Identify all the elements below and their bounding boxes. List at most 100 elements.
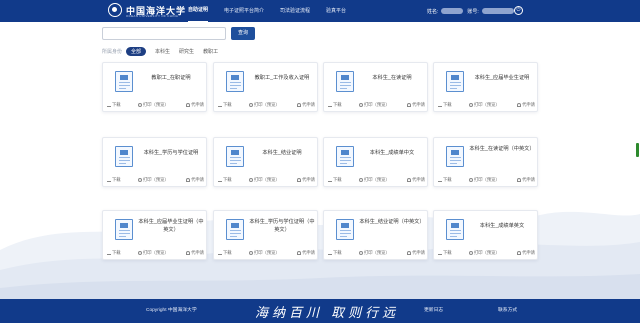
print-preview-button[interactable]: 打印（预览） [248, 102, 280, 108]
certificate-card[interactable]: 本科生_应届毕业生证明（中英文） 下载 打印（预览） 代申请 [102, 210, 207, 260]
print-preview-button[interactable]: 打印（预览） [137, 177, 169, 183]
download-button[interactable]: 下载 [328, 102, 342, 108]
certificate-document-icon [336, 219, 354, 240]
apply-icon [517, 103, 522, 107]
nav-item-judicial-verification[interactable]: 司法验证流程 [280, 0, 310, 22]
certificate-document-icon [226, 146, 244, 167]
apply-label: 代申请 [412, 177, 425, 182]
print-preview-button[interactable]: 打印（预览） [468, 250, 500, 256]
print-label: 打印（预览） [142, 177, 169, 182]
copyright-text: Copyright 中国海洋大学 [146, 308, 197, 313]
logout-icon[interactable]: ⏻ [514, 6, 523, 15]
certificate-card[interactable]: 本科生_成绩单英文 下载 打印（预览） 代申请 [433, 210, 538, 260]
card-actions: 下载 打印（预览） 代申请 [438, 250, 535, 256]
apply-label: 代申请 [191, 177, 204, 182]
apply-button[interactable]: 代申请 [407, 250, 425, 256]
certificate-card[interactable]: 本科生_学历与学位证明（中英文） 下载 打印（预览） 代申请 [213, 210, 318, 260]
print-icon [137, 251, 142, 255]
download-button[interactable]: 下载 [438, 102, 452, 108]
certificate-card[interactable]: 本科生_应届毕业生证明 下载 打印（预览） 代申请 [433, 62, 538, 112]
certificate-card[interactable]: 本科生_结业证明 下载 打印（预览） 代申请 [213, 137, 318, 187]
certificate-title: 教职工_工作及收入证明 [254, 75, 310, 81]
download-button[interactable]: 下载 [107, 250, 121, 256]
download-button[interactable]: 下载 [107, 177, 121, 183]
print-icon [248, 251, 253, 255]
certificate-card[interactable]: 本科生_在读证明 下载 打印（预览） 代申请 [323, 62, 428, 112]
download-icon [218, 251, 222, 255]
print-preview-button[interactable]: 打印（预览） [468, 177, 500, 183]
apply-label: 代申请 [522, 177, 535, 182]
print-preview-button[interactable]: 打印（预览） [468, 102, 500, 108]
download-button[interactable]: 下载 [438, 250, 452, 256]
download-icon [328, 103, 332, 107]
print-preview-button[interactable]: 打印（预览） [358, 177, 390, 183]
apply-icon [517, 251, 522, 255]
certificate-card[interactable]: 本科生_在读证明（中英文） 下载 打印（预览） 代申请 [433, 137, 538, 187]
certificate-card[interactable]: 本科生_成绩单中文 下载 打印（预览） 代申请 [323, 137, 428, 187]
apply-button[interactable]: 代申请 [517, 177, 535, 183]
download-label: 下载 [223, 177, 232, 182]
card-actions: 下载 打印（预览） 代申请 [438, 102, 535, 108]
apply-label: 代申请 [522, 250, 535, 255]
apply-button[interactable]: 代申请 [186, 102, 204, 108]
filter-undergraduate[interactable]: 本科生 [155, 48, 170, 55]
certificate-card[interactable]: 教职工_工作及收入证明 下载 打印（预览） 代申请 [213, 62, 318, 112]
apply-button[interactable]: 代申请 [407, 177, 425, 183]
print-preview-button[interactable]: 打印（预览） [137, 250, 169, 256]
apply-button[interactable]: 代申请 [407, 102, 425, 108]
print-label: 打印（预览） [473, 250, 500, 255]
download-button[interactable]: 下载 [328, 177, 342, 183]
filter-staff[interactable]: 教职工 [203, 48, 218, 55]
certificate-title: 本科生_应届毕业生证明 [474, 75, 530, 81]
download-label: 下载 [443, 102, 452, 107]
apply-button[interactable]: 代申请 [517, 250, 535, 256]
apply-icon [407, 251, 412, 255]
print-preview-button[interactable]: 打印（预览） [248, 250, 280, 256]
top-navbar: 中国海洋大学 OCEAN UNIVERSITY OF CHINA 自助证明 电子… [0, 0, 640, 22]
certificate-document-icon [446, 146, 464, 167]
apply-button[interactable]: 代申请 [186, 250, 204, 256]
contact-link[interactable]: 联系方式 [498, 299, 517, 323]
print-preview-button[interactable]: 打印（预览） [358, 102, 390, 108]
print-label: 打印（预览） [473, 102, 500, 107]
apply-label: 代申请 [522, 102, 535, 107]
apply-button[interactable]: 代申请 [297, 177, 315, 183]
university-motto: 海纳百川 取则行远 [255, 306, 400, 321]
update-log-link[interactable]: 更新日志 [424, 299, 443, 323]
download-button[interactable]: 下载 [218, 102, 232, 108]
apply-icon [297, 251, 302, 255]
certificate-card[interactable]: 本科生_学历与学位证明 下载 打印（预览） 代申请 [102, 137, 207, 187]
apply-icon [297, 103, 302, 107]
certificate-title: 本科生_学历与学位证明（中英文） [249, 219, 315, 233]
nav-item-verification-platform[interactable]: 验真平台 [326, 0, 346, 22]
filter-graduate[interactable]: 研究生 [179, 48, 194, 55]
download-button[interactable]: 下载 [218, 250, 232, 256]
university-logo[interactable]: 中国海洋大学 OCEAN UNIVERSITY OF CHINA [108, 3, 186, 18]
nav-item-platform-intro[interactable]: 电子证照平台简介 [224, 0, 264, 22]
apply-button[interactable]: 代申请 [297, 102, 315, 108]
apply-button[interactable]: 代申请 [297, 250, 315, 256]
print-preview-button[interactable]: 打印（预览） [137, 102, 169, 108]
scrollbar-thumb[interactable] [636, 143, 639, 157]
download-button[interactable]: 下载 [438, 177, 452, 183]
nav-item-self-certificate[interactable]: 自助证明 [188, 0, 209, 22]
download-label: 下载 [333, 177, 342, 182]
download-button[interactable]: 下载 [218, 177, 232, 183]
print-preview-button[interactable]: 打印（预览） [358, 250, 390, 256]
certificate-card[interactable]: 本科生_结业证明（中英文） 下载 打印（预览） 代申请 [323, 210, 428, 260]
search-button[interactable]: 查询 [231, 27, 255, 40]
search-input[interactable] [102, 27, 226, 40]
certificate-document-icon [115, 71, 133, 92]
apply-button[interactable]: 代申请 [186, 177, 204, 183]
download-icon [328, 178, 332, 182]
footer: Copyright 中国海洋大学 海纳百川 取则行远 更新日志 联系方式 [0, 299, 640, 323]
download-label: 下载 [112, 250, 121, 255]
download-button[interactable]: 下载 [107, 102, 121, 108]
filter-all[interactable]: 全部 [126, 47, 147, 56]
apply-label: 代申请 [412, 102, 425, 107]
certificate-card[interactable]: 教职工_在职证明 下载 打印（预览） 代申请 [102, 62, 207, 112]
download-button[interactable]: 下载 [328, 250, 342, 256]
apply-button[interactable]: 代申请 [517, 102, 535, 108]
user-info: 姓名: 账号: [427, 0, 518, 22]
print-preview-button[interactable]: 打印（预览） [248, 177, 280, 183]
